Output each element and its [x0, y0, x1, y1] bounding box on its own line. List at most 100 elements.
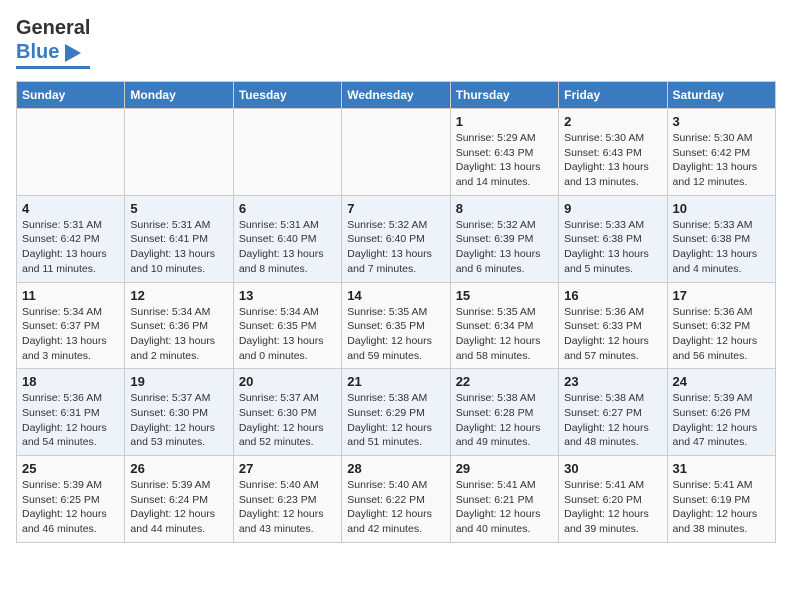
day-number: 22	[456, 374, 553, 389]
day-number: 26	[130, 461, 227, 476]
day-number: 4	[22, 201, 119, 216]
calendar-cell: 25 Sunrise: 5:39 AM Sunset: 6:25 PM Dayli…	[17, 456, 125, 543]
day-info: Sunrise: 5:40 AM Sunset: 6:23 PM Dayligh…	[239, 478, 336, 537]
day-info: Sunrise: 5:35 AM Sunset: 6:35 PM Dayligh…	[347, 305, 444, 364]
weekday-header-thursday: Thursday	[450, 82, 558, 109]
day-info: Sunrise: 5:30 AM Sunset: 6:43 PM Dayligh…	[564, 131, 661, 190]
calendar-cell: 28 Sunrise: 5:40 AM Sunset: 6:22 PM Dayli…	[342, 456, 450, 543]
day-number: 24	[673, 374, 770, 389]
calendar-cell: 18 Sunrise: 5:36 AM Sunset: 6:31 PM Dayli…	[17, 369, 125, 456]
calendar-cell: 2 Sunrise: 5:30 AM Sunset: 6:43 PM Daylig…	[559, 109, 667, 196]
day-info: Sunrise: 5:36 AM Sunset: 6:33 PM Dayligh…	[564, 305, 661, 364]
calendar-cell: 17 Sunrise: 5:36 AM Sunset: 6:32 PM Dayli…	[667, 282, 775, 369]
day-number: 13	[239, 288, 336, 303]
logo: GeneralBlue	[16, 16, 90, 69]
day-number: 28	[347, 461, 444, 476]
calendar-cell: 30 Sunrise: 5:41 AM Sunset: 6:20 PM Dayli…	[559, 456, 667, 543]
weekday-header-friday: Friday	[559, 82, 667, 109]
day-number: 9	[564, 201, 661, 216]
calendar-cell: 11 Sunrise: 5:34 AM Sunset: 6:37 PM Dayli…	[17, 282, 125, 369]
day-info: Sunrise: 5:35 AM Sunset: 6:34 PM Dayligh…	[456, 305, 553, 364]
day-info: Sunrise: 5:29 AM Sunset: 6:43 PM Dayligh…	[456, 131, 553, 190]
day-number: 19	[130, 374, 227, 389]
calendar-table: SundayMondayTuesdayWednesdayThursdayFrid…	[16, 81, 776, 543]
day-number: 8	[456, 201, 553, 216]
calendar-cell: 1 Sunrise: 5:29 AM Sunset: 6:43 PM Daylig…	[450, 109, 558, 196]
calendar-cell	[125, 109, 233, 196]
day-number: 3	[673, 114, 770, 129]
weekday-header-wednesday: Wednesday	[342, 82, 450, 109]
day-number: 16	[564, 288, 661, 303]
day-number: 25	[22, 461, 119, 476]
day-number: 1	[456, 114, 553, 129]
day-info: Sunrise: 5:31 AM Sunset: 6:41 PM Dayligh…	[130, 218, 227, 277]
day-number: 27	[239, 461, 336, 476]
calendar-cell: 4Sunrise: 5:31 AM Sunset: 6:42 PM Daylig…	[17, 195, 125, 282]
day-info: Sunrise: 5:31 AM Sunset: 6:40 PM Dayligh…	[239, 218, 336, 277]
day-number: 21	[347, 374, 444, 389]
calendar-week-row: 11 Sunrise: 5:34 AM Sunset: 6:37 PM Dayli…	[17, 282, 776, 369]
calendar-cell: 19 Sunrise: 5:37 AM Sunset: 6:30 PM Dayli…	[125, 369, 233, 456]
calendar-week-row: 18 Sunrise: 5:36 AM Sunset: 6:31 PM Dayli…	[17, 369, 776, 456]
day-info: Sunrise: 5:40 AM Sunset: 6:22 PM Dayligh…	[347, 478, 444, 537]
weekday-header-tuesday: Tuesday	[233, 82, 341, 109]
calendar-cell: 23 Sunrise: 5:38 AM Sunset: 6:27 PM Dayli…	[559, 369, 667, 456]
weekday-header-saturday: Saturday	[667, 82, 775, 109]
day-number: 12	[130, 288, 227, 303]
day-info: Sunrise: 5:41 AM Sunset: 6:19 PM Dayligh…	[673, 478, 770, 537]
day-number: 2	[564, 114, 661, 129]
day-info: Sunrise: 5:39 AM Sunset: 6:25 PM Dayligh…	[22, 478, 119, 537]
calendar-cell	[233, 109, 341, 196]
weekday-header-monday: Monday	[125, 82, 233, 109]
day-info: Sunrise: 5:37 AM Sunset: 6:30 PM Dayligh…	[130, 391, 227, 450]
day-info: Sunrise: 5:39 AM Sunset: 6:26 PM Dayligh…	[673, 391, 770, 450]
day-number: 5	[130, 201, 227, 216]
day-info: Sunrise: 5:33 AM Sunset: 6:38 PM Dayligh…	[564, 218, 661, 277]
day-number: 15	[456, 288, 553, 303]
day-info: Sunrise: 5:38 AM Sunset: 6:29 PM Dayligh…	[347, 391, 444, 450]
day-number: 30	[564, 461, 661, 476]
day-number: 31	[673, 461, 770, 476]
calendar-cell: 14 Sunrise: 5:35 AM Sunset: 6:35 PM Dayli…	[342, 282, 450, 369]
weekday-header-sunday: Sunday	[17, 82, 125, 109]
day-info: Sunrise: 5:36 AM Sunset: 6:31 PM Dayligh…	[22, 391, 119, 450]
calendar-cell: 16 Sunrise: 5:36 AM Sunset: 6:33 PM Dayli…	[559, 282, 667, 369]
calendar-cell: 29Sunrise: 5:41 AM Sunset: 6:21 PM Dayli…	[450, 456, 558, 543]
day-info: Sunrise: 5:36 AM Sunset: 6:32 PM Dayligh…	[673, 305, 770, 364]
calendar-week-row: 4Sunrise: 5:31 AM Sunset: 6:42 PM Daylig…	[17, 195, 776, 282]
day-info: Sunrise: 5:34 AM Sunset: 6:36 PM Dayligh…	[130, 305, 227, 364]
day-number: 23	[564, 374, 661, 389]
day-info: Sunrise: 5:30 AM Sunset: 6:42 PM Dayligh…	[673, 131, 770, 190]
calendar-cell: 22 Sunrise: 5:38 AM Sunset: 6:28 PM Dayli…	[450, 369, 558, 456]
calendar-cell: 7 Sunrise: 5:32 AM Sunset: 6:40 PM Daylig…	[342, 195, 450, 282]
day-info: Sunrise: 5:32 AM Sunset: 6:39 PM Dayligh…	[456, 218, 553, 277]
logo-underline	[16, 66, 90, 69]
day-info: Sunrise: 5:37 AM Sunset: 6:30 PM Dayligh…	[239, 391, 336, 450]
day-info: Sunrise: 5:33 AM Sunset: 6:38 PM Dayligh…	[673, 218, 770, 277]
day-number: 29	[456, 461, 553, 476]
day-info: Sunrise: 5:41 AM Sunset: 6:20 PM Dayligh…	[564, 478, 661, 537]
calendar-cell: 31 Sunrise: 5:41 AM Sunset: 6:19 PM Dayli…	[667, 456, 775, 543]
day-info: Sunrise: 5:32 AM Sunset: 6:40 PM Dayligh…	[347, 218, 444, 277]
day-number: 11	[22, 288, 119, 303]
day-number: 14	[347, 288, 444, 303]
calendar-cell	[342, 109, 450, 196]
day-number: 6	[239, 201, 336, 216]
day-number: 7	[347, 201, 444, 216]
weekday-header-row: SundayMondayTuesdayWednesdayThursdayFrid…	[17, 82, 776, 109]
day-info: Sunrise: 5:39 AM Sunset: 6:24 PM Dayligh…	[130, 478, 227, 537]
day-info: Sunrise: 5:38 AM Sunset: 6:28 PM Dayligh…	[456, 391, 553, 450]
calendar-cell	[17, 109, 125, 196]
day-number: 17	[673, 288, 770, 303]
calendar-cell: 13Sunrise: 5:34 AM Sunset: 6:35 PM Dayli…	[233, 282, 341, 369]
calendar-cell: 15 Sunrise: 5:35 AM Sunset: 6:34 PM Dayli…	[450, 282, 558, 369]
calendar-cell: 12 Sunrise: 5:34 AM Sunset: 6:36 PM Dayli…	[125, 282, 233, 369]
logo-general: General	[16, 17, 90, 39]
calendar-week-row: 25 Sunrise: 5:39 AM Sunset: 6:25 PM Dayli…	[17, 456, 776, 543]
calendar-cell: 21 Sunrise: 5:38 AM Sunset: 6:29 PM Dayli…	[342, 369, 450, 456]
calendar-cell: 24 Sunrise: 5:39 AM Sunset: 6:26 PM Dayli…	[667, 369, 775, 456]
day-number: 20	[239, 374, 336, 389]
day-info: Sunrise: 5:38 AM Sunset: 6:27 PM Dayligh…	[564, 391, 661, 450]
day-info: Sunrise: 5:34 AM Sunset: 6:37 PM Dayligh…	[22, 305, 119, 364]
day-number: 18	[22, 374, 119, 389]
